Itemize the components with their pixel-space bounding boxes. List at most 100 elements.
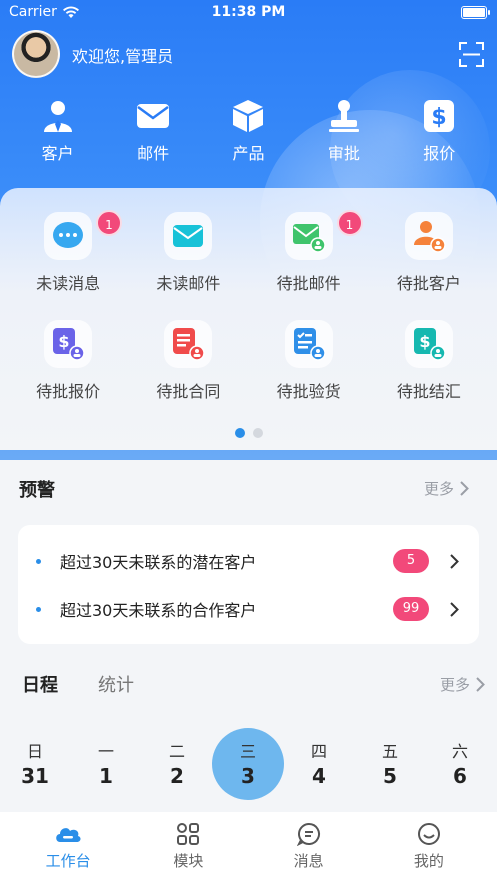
page-dot	[252, 428, 263, 438]
icon-tile	[164, 320, 213, 368]
unread-badge: 1	[336, 210, 363, 236]
svg-text:$: $	[59, 332, 70, 351]
date-number: 31	[21, 764, 49, 788]
tabbar-label: 模块	[173, 852, 204, 870]
icon-tile	[164, 212, 213, 260]
icon-tile: $	[44, 320, 93, 368]
date-number: 2	[170, 764, 184, 788]
quick-pending-customer[interactable]: 待批客户	[369, 212, 489, 294]
mail-approval-icon	[292, 224, 326, 253]
weekday-label: 六	[451, 742, 468, 761]
quick-unread-mail[interactable]: 未读邮件	[128, 212, 248, 294]
quick-label: 未读邮件	[156, 274, 221, 293]
top-nav-mail[interactable]: 邮件	[118, 98, 188, 164]
avatar[interactable]	[12, 30, 60, 78]
modules-grid-icon	[177, 823, 200, 845]
tabbar-modules[interactable]: 模块	[143, 812, 233, 883]
icon-tile	[44, 212, 93, 260]
icon-tile	[284, 212, 333, 260]
day-cell[interactable]: 五 5	[355, 738, 425, 788]
alert-row[interactable]: 超过30天未联系的潜在客户 5	[18, 541, 479, 581]
scan-icon[interactable]	[459, 42, 484, 67]
quick-pending-quote[interactable]: $ 待批报价	[8, 320, 128, 402]
tabbar-label: 工作台	[45, 852, 91, 870]
weekday-label: 日	[26, 742, 43, 761]
approval-stamp-icon	[328, 100, 359, 132]
customer-approval-icon	[413, 221, 446, 253]
chevron-right-icon	[450, 553, 459, 569]
quick-grid: 1 未读消息 未读邮件 1 待批邮件 待批客户 $ 待批报价 待批合同 待批验货…	[8, 210, 489, 402]
profile-smile-icon	[417, 823, 440, 845]
top-nav-approval[interactable]: 审批	[309, 98, 379, 164]
settlement-approval-icon: $	[413, 328, 446, 361]
schedule-tabs: 日程 统计	[22, 671, 134, 697]
bullet-dot	[36, 558, 41, 564]
mail-icon	[137, 104, 170, 128]
tabbar-label: 消息	[293, 852, 324, 870]
top-nav-product[interactable]: 产品	[213, 98, 283, 164]
schedule-more-link[interactable]: 更多	[440, 674, 485, 695]
quick-pending-inspection[interactable]: 待批验货	[249, 320, 369, 402]
day-cell[interactable]: 六 6	[425, 738, 495, 788]
chat-bubble-icon	[53, 222, 84, 248]
weekday-label: 二	[168, 742, 185, 761]
day-cell[interactable]: 二 2	[142, 738, 212, 788]
unread-badge: 1	[96, 210, 122, 236]
tabbar-messages[interactable]: 消息	[264, 812, 354, 883]
tab-schedule[interactable]: 日程	[22, 671, 58, 697]
svg-text:$: $	[432, 105, 447, 130]
quick-pending-mail[interactable]: 1 待批邮件	[249, 210, 369, 294]
quick-unread-messages[interactable]: 1 未读消息	[8, 210, 128, 294]
icon-tile	[284, 320, 333, 368]
more-label: 更多	[423, 480, 454, 498]
chevron-right-icon	[460, 481, 469, 496]
status-bar: Carrier 11:38 PM	[0, 0, 497, 26]
quick-pending-contract[interactable]: 待批合同	[128, 320, 248, 402]
tab-statistics[interactable]: 统计	[98, 671, 134, 697]
inspection-approval-icon	[293, 328, 326, 361]
alerts-card: 超过30天未联系的潜在客户 5 超过30天未联系的合作客户 99	[18, 525, 479, 644]
page-dot-active	[234, 428, 245, 438]
weekday-label: 四	[310, 742, 327, 761]
workbench-cloud-icon	[56, 828, 81, 842]
icon-tile	[404, 212, 453, 260]
date-number: 5	[383, 764, 397, 788]
top-nav-label: 审批	[327, 144, 360, 163]
alert-row[interactable]: 超过30天未联系的合作客户 99	[18, 589, 479, 629]
date-number: 6	[453, 764, 467, 788]
chevron-right-icon	[450, 601, 459, 617]
alert-count-badge: 5	[393, 549, 429, 573]
quote-approval-icon: $	[53, 328, 85, 361]
alerts-more-link[interactable]: 更多	[424, 478, 469, 499]
day-cell[interactable]: 四 4	[284, 738, 354, 788]
day-cell[interactable]: 一 1	[71, 738, 141, 788]
envelope-icon	[173, 225, 204, 247]
quick-label: 待批结汇	[396, 382, 461, 401]
tabbar-workbench[interactable]: 工作台	[23, 812, 113, 883]
top-nav-customer[interactable]: 客户	[23, 98, 93, 164]
quick-label: 待批合同	[156, 382, 221, 401]
alert-text: 超过30天未联系的潜在客户	[60, 553, 257, 572]
tabbar-label: 我的	[413, 852, 444, 870]
week-strip: 日 31 一 1 二 2 三 3 四 4 五 5 六 6	[0, 728, 497, 803]
quick-label: 待批客户	[396, 274, 461, 293]
quick-label: 待批报价	[36, 382, 101, 401]
page-indicator[interactable]	[0, 428, 497, 438]
alert-text: 超过30天未联系的合作客户	[60, 601, 257, 620]
day-cell-today[interactable]: 三 3	[213, 738, 283, 788]
top-nav-label: 客户	[41, 144, 74, 163]
weekday-label: 五	[381, 742, 398, 761]
contract-approval-icon	[173, 328, 206, 361]
tabbar-profile[interactable]: 我的	[384, 812, 474, 883]
quick-pending-settlement[interactable]: $ 待批结汇	[369, 320, 489, 402]
quote-dollar-icon: $	[424, 100, 455, 132]
chevron-right-icon	[476, 677, 485, 692]
day-cell[interactable]: 日 31	[0, 738, 70, 788]
top-nav-label: 报价	[423, 144, 456, 163]
icon-tile: $	[404, 320, 453, 368]
product-box-icon	[233, 100, 264, 132]
customer-icon	[43, 101, 72, 132]
alerts-header: 预警	[19, 476, 55, 502]
quick-label: 待批验货	[276, 382, 341, 401]
top-nav-quote[interactable]: $ 报价	[404, 98, 474, 164]
